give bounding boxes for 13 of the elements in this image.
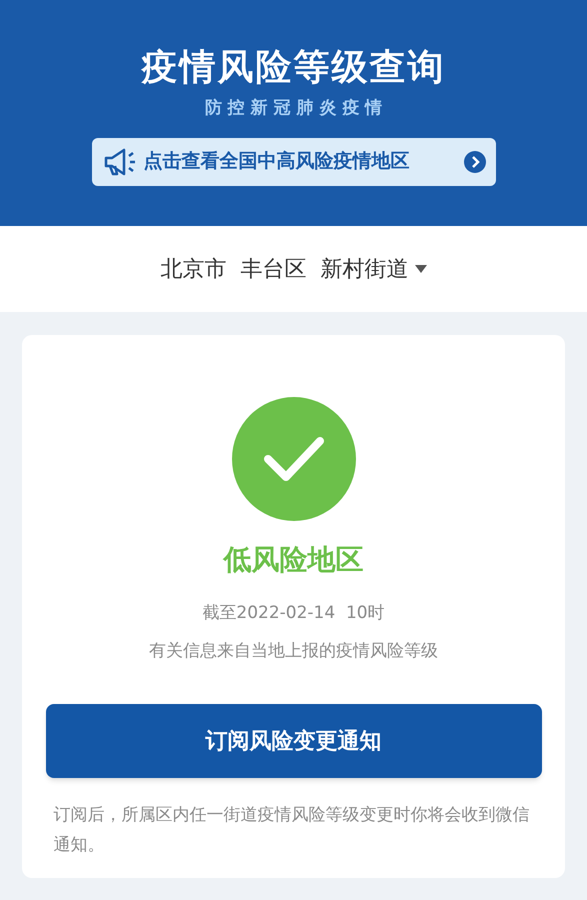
- dropdown-caret-icon[interactable]: [414, 265, 426, 273]
- source-note: 有关信息来自当地上报的疫情风险等级: [149, 640, 438, 662]
- as-of-time: 截至2022-02-14 10时: [202, 602, 385, 625]
- location-level[interactable]: 丰台区: [240, 252, 306, 286]
- risk-areas-banner[interactable]: 点击查看全国中高风险疫情地区: [92, 138, 496, 186]
- location-level[interactable]: 北京市: [160, 252, 226, 286]
- risk-level-label: 低风险地区: [224, 542, 364, 578]
- location-level[interactable]: 新村街道: [320, 252, 408, 286]
- chevron-right-icon: [464, 150, 486, 172]
- page-title: 疫情风险等级查询: [142, 46, 446, 90]
- subtitle: 防 控 新 冠 肺 炎 疫 情: [204, 97, 382, 120]
- subscribe-button[interactable]: 订阅风险变更通知: [46, 704, 542, 778]
- subscribe-note: 订阅后，所属区内任一街道疫情风险等级变更时你将会收到微信通知。: [54, 804, 530, 857]
